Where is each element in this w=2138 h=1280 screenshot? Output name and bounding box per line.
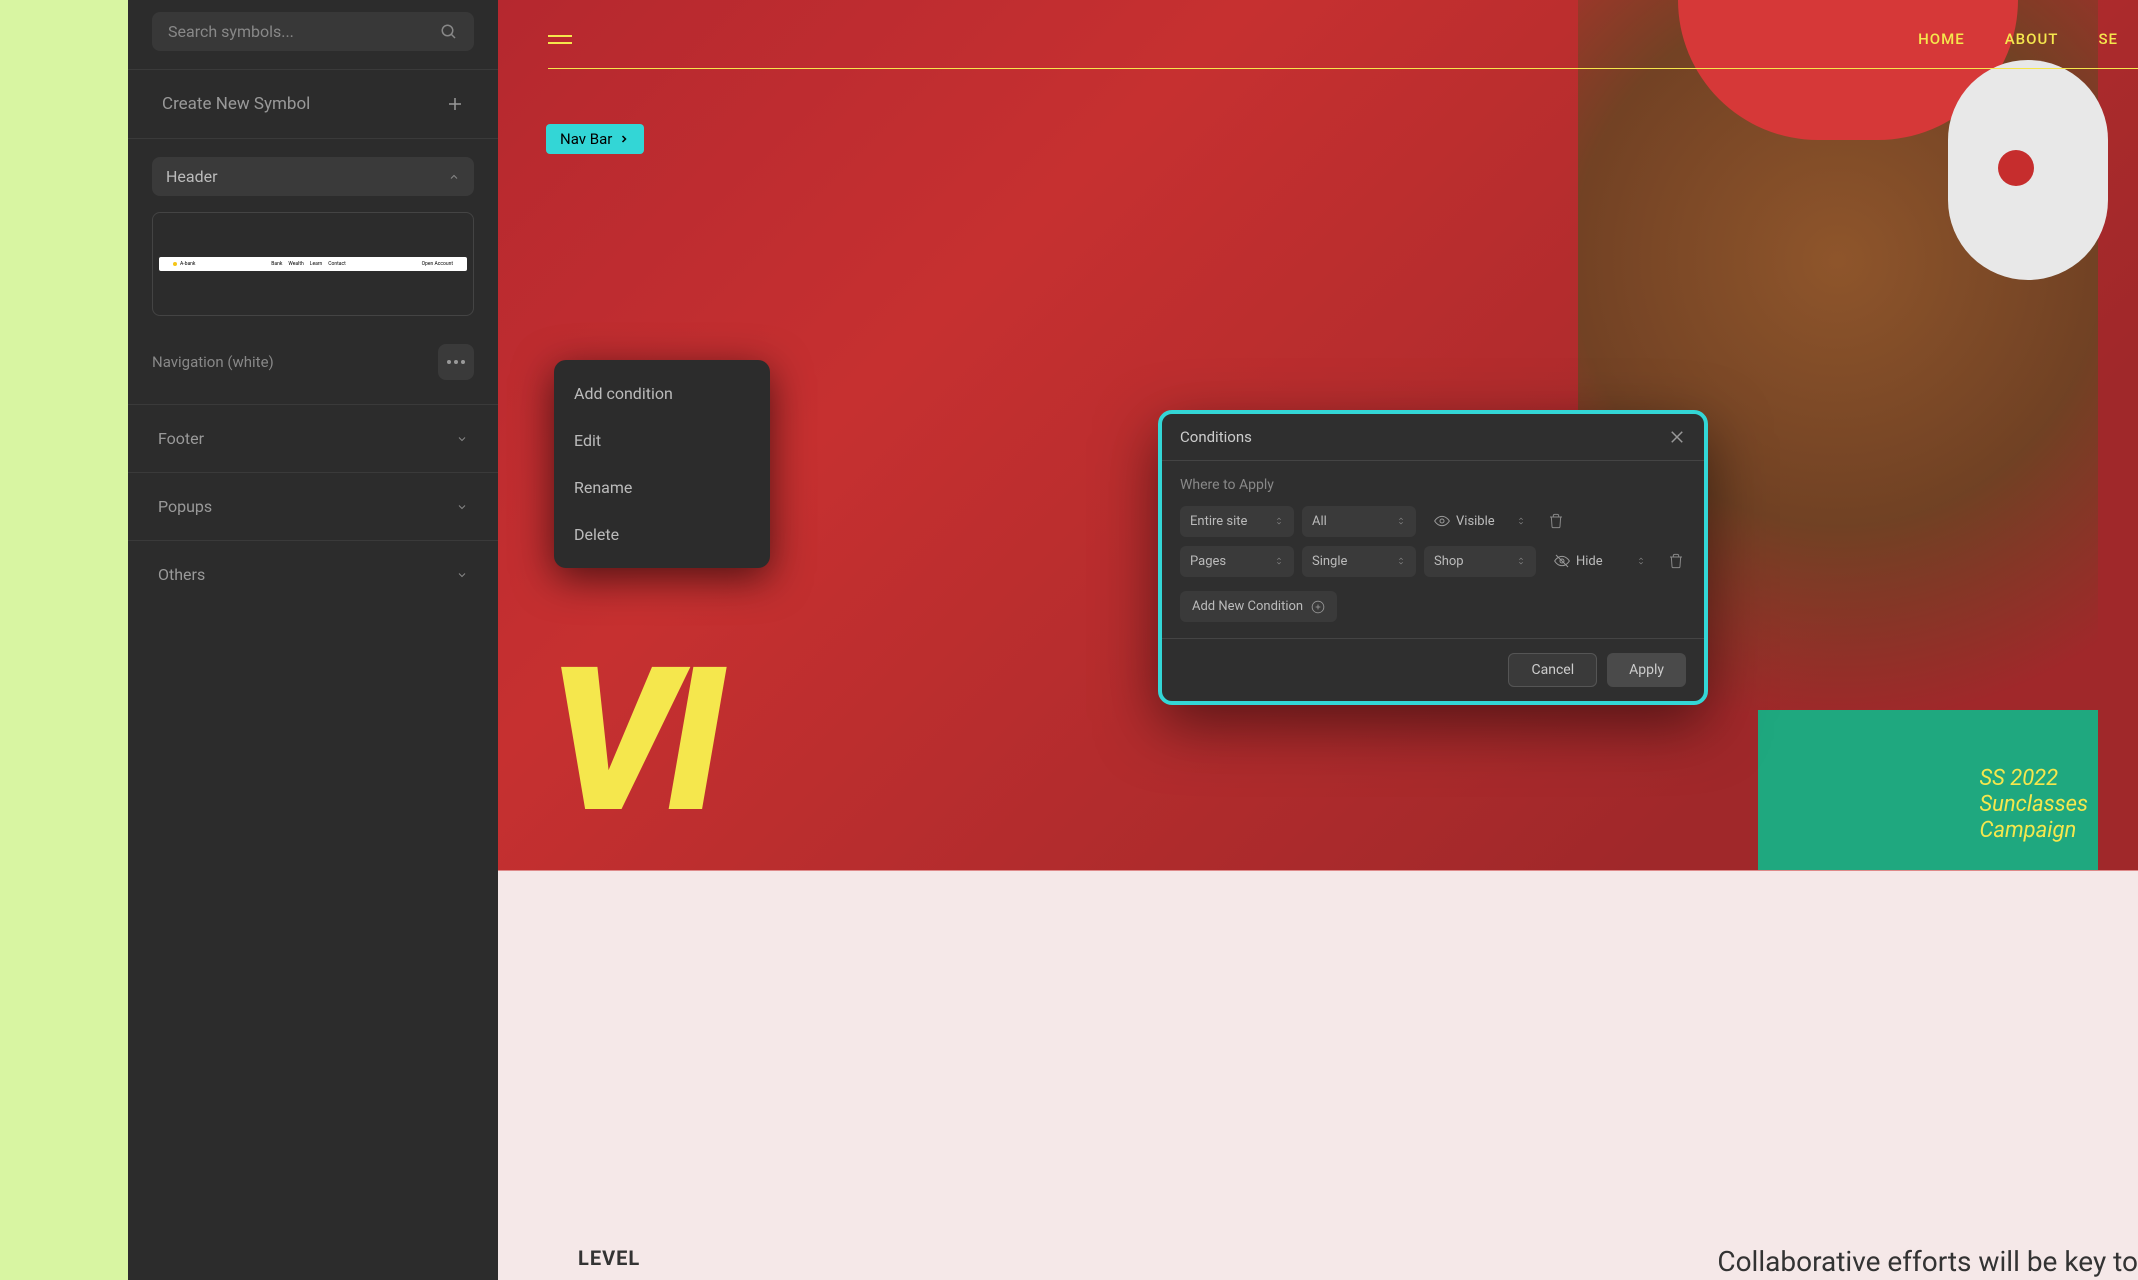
nav-link-home[interactable]: HOME — [1918, 30, 1965, 48]
search-input[interactable] — [168, 22, 440, 41]
condition-row: Entire site All Visible — [1180, 505, 1686, 537]
add-new-condition-button[interactable]: Add New Condition — [1180, 591, 1337, 622]
close-icon[interactable] — [1668, 428, 1686, 446]
scope-select[interactable]: Entire site — [1180, 506, 1294, 537]
sort-icon — [1516, 514, 1526, 528]
hamburger-menu-icon[interactable] — [548, 35, 572, 44]
menu-add-condition[interactable]: Add condition — [554, 370, 770, 417]
search-icon — [440, 23, 458, 41]
section-popups[interactable]: Popups — [152, 473, 474, 540]
sort-icon — [1636, 554, 1646, 568]
search-container[interactable] — [152, 12, 474, 51]
select-value: Single — [1312, 554, 1347, 569]
nav-links: HOME ABOUT SE — [1918, 30, 2138, 48]
thumbnail-preview: A-bank Bank Wealth Learn Contact Open Ac… — [159, 257, 467, 271]
level-heading: LEVEL — [578, 1246, 640, 1270]
section-label: Header — [166, 167, 218, 186]
trash-icon[interactable] — [1548, 513, 1564, 529]
sort-icon — [1396, 514, 1406, 528]
where-to-apply-label: Where to Apply — [1180, 477, 1686, 493]
conditions-modal: Conditions Where to Apply Entire site Al… — [1158, 410, 1708, 705]
more-options-button[interactable] — [438, 344, 474, 380]
left-edge-bg — [0, 0, 128, 1280]
menu-delete[interactable]: Delete — [554, 511, 770, 558]
apply-button[interactable]: Apply — [1607, 653, 1686, 687]
sort-icon — [1274, 554, 1284, 568]
eye-off-icon — [1554, 553, 1570, 569]
eye-icon — [1434, 513, 1450, 529]
visibility-select[interactable]: Hide — [1544, 545, 1656, 577]
visibility-value: Visible — [1456, 514, 1495, 529]
section-label: Others — [158, 565, 205, 584]
section-label: Popups — [158, 497, 212, 516]
canvas-preview: HOME ABOUT SE Nav Bar VI SS 2022 Sunclas… — [498, 0, 2138, 1280]
create-symbol-label: Create New Symbol — [162, 94, 310, 114]
topbar-divider — [548, 68, 2138, 69]
chevron-down-icon — [456, 569, 468, 581]
visibility-select[interactable]: Visible — [1424, 505, 1536, 537]
chevron-up-icon — [448, 171, 460, 183]
symbol-thumbnail[interactable]: A-bank Bank Wealth Learn Contact Open Ac… — [152, 212, 474, 316]
preview-topbar: HOME ABOUT SE — [548, 30, 2138, 48]
chevron-right-icon — [618, 133, 630, 145]
create-new-symbol-button[interactable]: Create New Symbol — [152, 70, 474, 138]
navbar-selection-badge[interactable]: Nav Bar — [546, 124, 644, 154]
condition-row: Pages Single Shop Hide — [1180, 545, 1686, 577]
filter-select[interactable]: Single — [1302, 546, 1416, 577]
section-label: Footer — [158, 429, 204, 448]
visibility-value: Hide — [1576, 554, 1603, 569]
badge-label: Nav Bar — [560, 130, 612, 148]
menu-edit[interactable]: Edit — [554, 417, 770, 464]
modal-body: Where to Apply Entire site All Visible — [1162, 461, 1704, 638]
chevron-down-icon — [456, 501, 468, 513]
sort-icon — [1274, 514, 1284, 528]
trash-icon[interactable] — [1668, 553, 1684, 569]
dots-horizontal-icon — [447, 360, 465, 364]
target-select[interactable]: Shop — [1424, 546, 1536, 577]
modal-footer: Cancel Apply — [1162, 638, 1704, 701]
symbols-sidebar: Create New Symbol Header A-bank Bank Wea… — [128, 0, 498, 1280]
chevron-down-icon — [456, 433, 468, 445]
scope-select[interactable]: Pages — [1180, 546, 1294, 577]
select-value: All — [1312, 514, 1327, 529]
select-value: Pages — [1190, 554, 1226, 569]
sort-icon — [1516, 554, 1526, 568]
select-value: Entire site — [1190, 514, 1247, 529]
filter-select[interactable]: All — [1302, 506, 1416, 537]
select-value: Shop — [1434, 554, 1464, 569]
section-footer[interactable]: Footer — [152, 405, 474, 472]
hero-headphones — [1948, 60, 2108, 280]
collab-text: Collaborative efforts will be key to — [1717, 1245, 2138, 1278]
plus-icon — [446, 95, 464, 113]
menu-rename[interactable]: Rename — [554, 464, 770, 511]
section-others[interactable]: Others — [152, 541, 474, 608]
context-menu: Add condition Edit Rename Delete — [554, 360, 770, 568]
modal-header: Conditions — [1162, 414, 1704, 461]
cancel-button[interactable]: Cancel — [1508, 653, 1597, 687]
modal-title: Conditions — [1180, 428, 1252, 446]
add-condition-label: Add New Condition — [1192, 599, 1303, 614]
plus-circle-icon — [1311, 600, 1325, 614]
symbol-name-label: Navigation (white) — [152, 353, 274, 371]
nav-link-about[interactable]: ABOUT — [2005, 30, 2059, 48]
symbol-item: Navigation (white) — [152, 336, 474, 404]
campaign-text: SS 2022 Sunclasses Campaign — [1979, 766, 2088, 845]
sort-icon — [1396, 554, 1406, 568]
section-header-header[interactable]: Header — [152, 157, 474, 196]
nav-link-se[interactable]: SE — [2098, 30, 2118, 48]
hero-big-text: VI — [548, 623, 715, 858]
